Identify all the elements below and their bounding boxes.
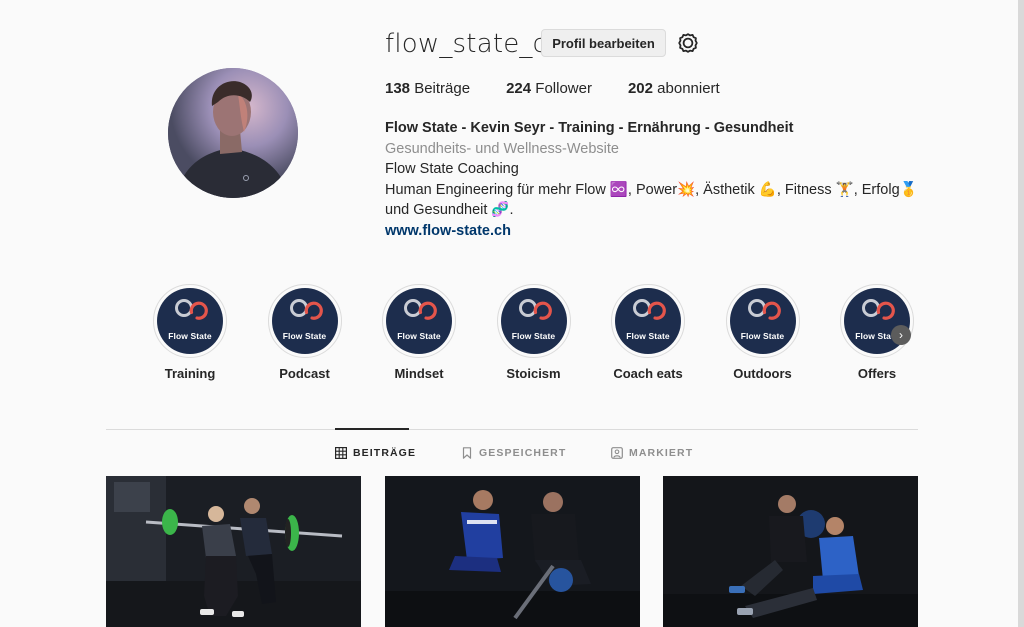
highlight-cover: Flow State	[496, 284, 571, 358]
highlight-label: Podcast	[279, 366, 330, 381]
post-thumbnail[interactable]	[106, 476, 361, 627]
profile-website-link[interactable]: www.flow-state.ch	[385, 221, 511, 242]
tab-saved-label: GESPEICHERT	[479, 447, 567, 459]
grid-icon	[335, 447, 347, 459]
highlight-brand-text: Flow State	[168, 331, 212, 341]
followers-label: Follower	[535, 80, 592, 97]
tab-tagged[interactable]: MARKIERT	[611, 446, 693, 460]
infinity-logo-icon	[862, 299, 895, 320]
profile-avatar[interactable]	[168, 68, 298, 198]
bio-line-1: Flow State Coaching	[385, 161, 519, 177]
flow-state-logo: Flow State	[386, 288, 452, 354]
post-image-stretching	[663, 476, 918, 627]
following-label: abonniert	[657, 80, 720, 97]
flow-state-logo: Flow State	[157, 288, 223, 354]
highlight-cover: Flow State	[840, 284, 914, 358]
profile-stats: 138 Beiträge 224 Follower 202 abonniert	[385, 80, 756, 97]
flow-state-logo: Flow State	[729, 288, 796, 354]
flow-state-logo: Flow State	[500, 288, 567, 354]
infinity-logo-icon	[404, 299, 437, 320]
following-count-value: 202	[627, 80, 653, 97]
highlight-label: Coach eats	[613, 366, 683, 381]
highlight-label: Outdoors	[733, 366, 792, 381]
highlight-cover: Flow State	[267, 284, 342, 358]
post-image-training-talk	[385, 476, 640, 627]
tabs-divider	[106, 429, 918, 430]
highlight-label: Training	[164, 366, 216, 381]
infinity-logo-icon	[633, 299, 666, 320]
settings-icon[interactable]	[676, 31, 700, 55]
infinity-logo-icon	[747, 299, 781, 320]
posts-count-label: Beiträge	[414, 80, 471, 97]
highlight-item-outdoors[interactable]: Flow State Outdoors	[718, 284, 808, 381]
highlight-item-podcast[interactable]: Flow State Podcast	[260, 284, 350, 381]
flow-state-logo: Flow State	[615, 288, 681, 354]
highlight-brand-text: Flow State	[626, 331, 670, 341]
flow-state-logo: Flow State	[271, 288, 338, 354]
edit-profile-button[interactable]: Profil bearbeiten	[541, 29, 666, 57]
posts-count: 138 Beiträge	[385, 80, 470, 97]
highlight-item-mindset[interactable]: Flow State Mindset	[374, 284, 464, 381]
infinity-logo-icon	[289, 299, 323, 320]
post-thumbnail[interactable]	[385, 476, 640, 627]
highlight-label: Stoicism	[506, 366, 561, 381]
tab-posts[interactable]: BEITRÄGE	[335, 446, 416, 460]
infinity-logo-icon	[175, 299, 208, 320]
highlight-label: Offers	[857, 366, 897, 381]
highlight-item-training[interactable]: Flow State Training	[145, 284, 235, 381]
highlight-item-coach-eats[interactable]: Flow State Coach eats	[603, 284, 693, 381]
window-edge	[1018, 0, 1024, 627]
following-link[interactable]: 202 abonniert	[628, 80, 720, 97]
post-thumbnail[interactable]	[663, 476, 918, 627]
bookmark-icon	[462, 447, 472, 459]
highlight-brand-text: Flow State	[397, 331, 441, 341]
highlight-brand-text: Flow State	[511, 331, 556, 341]
profile-username: flow_state_ch	[385, 29, 564, 59]
highlight-cover: Flow State	[725, 284, 800, 358]
posts-count-value: 138	[385, 80, 411, 97]
highlight-label: Mindset	[394, 366, 444, 381]
highlight-cover: Flow State	[611, 284, 685, 358]
followers-link[interactable]: 224 Follower	[506, 80, 592, 97]
bio-line-2: Human Engineering für mehr Flow ♾️, Powe…	[385, 181, 918, 219]
highlight-brand-text: Flow State	[740, 331, 785, 341]
tagged-icon	[611, 447, 623, 459]
chevron-right-icon[interactable]: ›	[891, 325, 911, 345]
highlight-item-stoicism[interactable]: Flow State Stoicism	[489, 284, 579, 381]
highlight-cover: Flow State	[153, 284, 227, 358]
post-image-barbell	[106, 476, 361, 627]
tab-posts-label: BEITRÄGE	[353, 447, 417, 459]
tab-tagged-label: MARKIERT	[629, 447, 694, 459]
tab-saved[interactable]: GESPEICHERT	[461, 446, 566, 460]
profile-full-name: Flow State - Kevin Seyr - Training - Ern…	[385, 120, 794, 136]
highlight-cover: Flow State	[382, 284, 456, 358]
profile-category: Gesundheits- und Wellness-Website	[385, 140, 619, 157]
profile-bio: Flow State - Kevin Seyr - Training - Ern…	[385, 118, 925, 241]
infinity-logo-icon	[518, 299, 552, 320]
active-tab-indicator	[335, 428, 409, 430]
highlight-brand-text: Flow State	[282, 331, 327, 341]
followers-count-value: 224	[506, 80, 532, 97]
story-highlights: Flow State Training Flow State Podcast Flow …	[145, 284, 915, 389]
